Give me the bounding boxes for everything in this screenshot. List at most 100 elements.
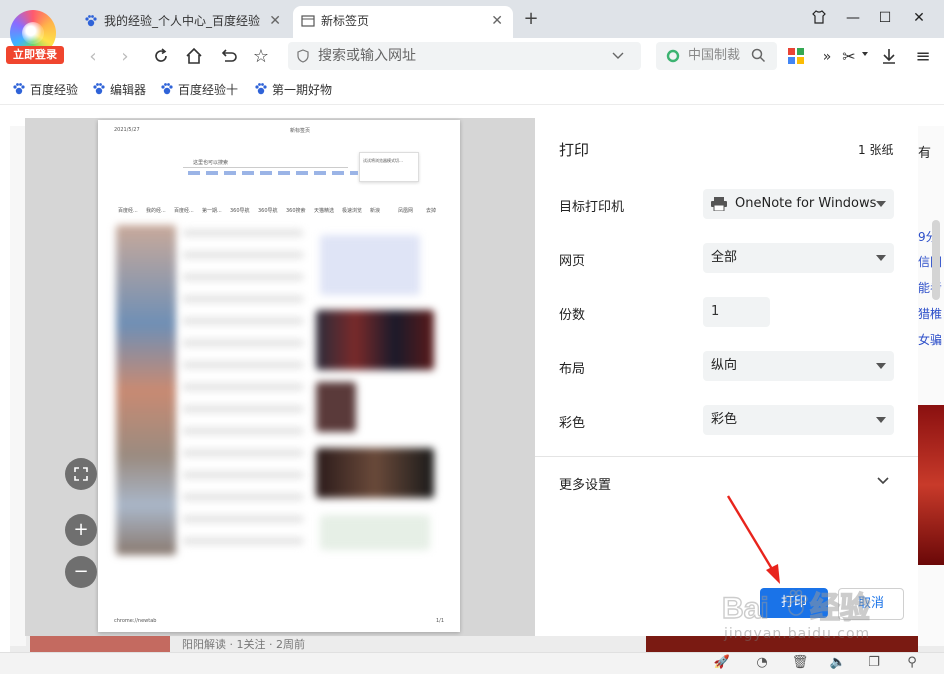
baidu-paw-icon (13, 83, 25, 95)
undo-close-icon[interactable] (215, 44, 241, 70)
svg-text:Bai: Bai (722, 592, 769, 625)
preview-nav-item: 天猫精选 (314, 208, 335, 214)
dropdown-caret-icon (876, 255, 886, 261)
close-window-icon[interactable]: ✕ (904, 6, 934, 30)
minimize-icon[interactable]: — (838, 6, 868, 30)
copies-label: 份数 (559, 308, 586, 323)
tab-close-icon[interactable]: ✕ (269, 6, 281, 36)
baidu-paw-icon (85, 15, 97, 27)
rocket-icon[interactable]: 🚀 (712, 654, 732, 672)
layout-select[interactable]: 纵向 (703, 351, 894, 381)
scissors-dropdown-icon[interactable] (862, 52, 868, 56)
home-icon[interactable] (181, 44, 207, 70)
preview-nav-item: 我的经... (146, 208, 166, 214)
forward-icon[interactable]: › (112, 44, 138, 70)
new-tab-plus-icon[interactable]: + (520, 8, 542, 30)
preview-nav-item: 360导航 (258, 208, 278, 214)
preview-blurred-text (183, 230, 303, 550)
watermark-url: jingyan.baidu.com (724, 626, 871, 642)
skin-shirt-icon[interactable] (804, 6, 834, 30)
bookmark-item[interactable]: 第一期好物 (254, 80, 332, 100)
print-title: 打印 (559, 141, 590, 159)
bookmark-label: 百度经验十 (178, 83, 239, 97)
fit-to-page-icon[interactable] (65, 458, 97, 490)
apps-grid-icon[interactable] (788, 48, 804, 64)
copies-value: 1 (711, 304, 720, 319)
download-icon[interactable] (876, 44, 902, 70)
preview-popup (359, 152, 419, 182)
pages-select[interactable]: 全部 (703, 243, 894, 273)
scissors-icon[interactable]: ✂ (836, 44, 862, 70)
svg-text:经验: 经验 (810, 591, 870, 625)
destination-value: OneNote for Windows (735, 196, 877, 211)
preview-nav-item: 百度经... (174, 208, 194, 214)
back-icon[interactable]: ‹ (80, 44, 106, 70)
preview-search-line (183, 167, 348, 168)
side-link[interactable]: 猎椎 (918, 305, 942, 322)
refresh-icon[interactable] (148, 44, 174, 70)
zoom-search-icon[interactable]: ⚲ (902, 654, 922, 672)
preview-blurred-thumb (316, 382, 356, 432)
printer-icon (711, 197, 727, 211)
dropdown-caret-icon (876, 201, 886, 207)
side-image (918, 405, 944, 565)
print-preview-page: 2021/5/27 新标签页 这里也可以搜索 试试将浏览器模式切… 百度经...… (98, 120, 460, 632)
preview-nav-item: 第一期... (202, 208, 222, 214)
background-article-meta: 阳阳解读 · 1关注 · 2周前 (182, 638, 305, 651)
chevron-down-icon[interactable] (877, 477, 889, 485)
volume-icon[interactable]: 🔈 (828, 654, 848, 672)
preview-nav-item: 新浪 (370, 208, 381, 214)
shield-icon (297, 49, 309, 63)
preview-blurred-images (116, 225, 176, 555)
dropdown-caret-icon (876, 363, 886, 369)
bookmark-item[interactable]: 百度经验 (12, 80, 78, 100)
chevron-down-icon[interactable] (612, 51, 624, 61)
preview-search-hint: 这里也可以搜索 (193, 160, 229, 166)
speed-icon[interactable]: ◔ (752, 654, 772, 672)
baidu-paw-icon (255, 83, 267, 95)
maximize-icon[interactable]: ☐ (870, 6, 900, 30)
menu-icon[interactable]: ≡ (910, 44, 936, 70)
favorite-star-icon[interactable]: ☆ (248, 44, 274, 70)
tab-title: 我的经验_个人中心_百度经验 (104, 14, 261, 28)
trash-icon[interactable]: 🗑 (790, 654, 810, 672)
layout-value: 纵向 (711, 358, 738, 373)
preview-date: 2021/5/27 (114, 127, 140, 133)
preview-nav-item: 360搜索 (286, 208, 306, 214)
bookmark-item[interactable]: 百度经验十 (160, 80, 238, 100)
preview-nav-item: 极速浏览 (342, 208, 363, 214)
preview-blurred-video (316, 448, 434, 498)
preview-popup-text: 试试将浏览器模式切… (363, 158, 403, 163)
copies-input[interactable]: 1 (703, 297, 770, 327)
destination-select[interactable]: OneNote for Windows (703, 189, 894, 219)
sheet-count: 1 张纸 (858, 143, 894, 157)
bookmark-item[interactable]: 编辑器 (92, 80, 146, 100)
window-icon[interactable]: ❐ (864, 654, 884, 672)
preview-nav-item: 凤凰网 (398, 208, 414, 214)
tab-close-icon[interactable]: ✕ (491, 6, 503, 36)
divider (535, 456, 918, 457)
preview-footer-page: 1/1 (436, 618, 445, 624)
login-button[interactable]: 立即登录 (6, 46, 64, 64)
preview-page-title: 新标签页 (290, 128, 311, 134)
zoom-in-icon[interactable]: + (65, 514, 97, 546)
color-label: 彩色 (559, 416, 586, 431)
pages-label: 网页 (559, 254, 586, 269)
preview-nav-item: 去掉 (426, 208, 437, 214)
annotation-arrow-icon (726, 495, 780, 584)
tab-new-tab[interactable]: 新标签页 ✕ (293, 6, 513, 38)
search-icon[interactable] (751, 48, 766, 63)
address-placeholder: 搜索或输入网址 (318, 48, 416, 64)
baidu-paw-icon (93, 83, 105, 95)
destination-label: 目标打印机 (559, 200, 625, 215)
scrollbar-thumb[interactable] (932, 220, 940, 300)
zoom-out-icon[interactable]: − (65, 556, 97, 588)
color-select[interactable]: 彩色 (703, 405, 894, 435)
background-left-gutter (10, 126, 26, 646)
more-settings-label[interactable]: 更多设置 (559, 474, 611, 493)
tab-my-experience[interactable]: 我的经验_个人中心_百度经验 ✕ (76, 6, 291, 38)
preview-blurred-card (320, 235, 420, 295)
side-link[interactable]: 女骗 (918, 331, 942, 348)
background-right-column (918, 126, 944, 646)
bookmark-label: 编辑器 (110, 83, 147, 97)
